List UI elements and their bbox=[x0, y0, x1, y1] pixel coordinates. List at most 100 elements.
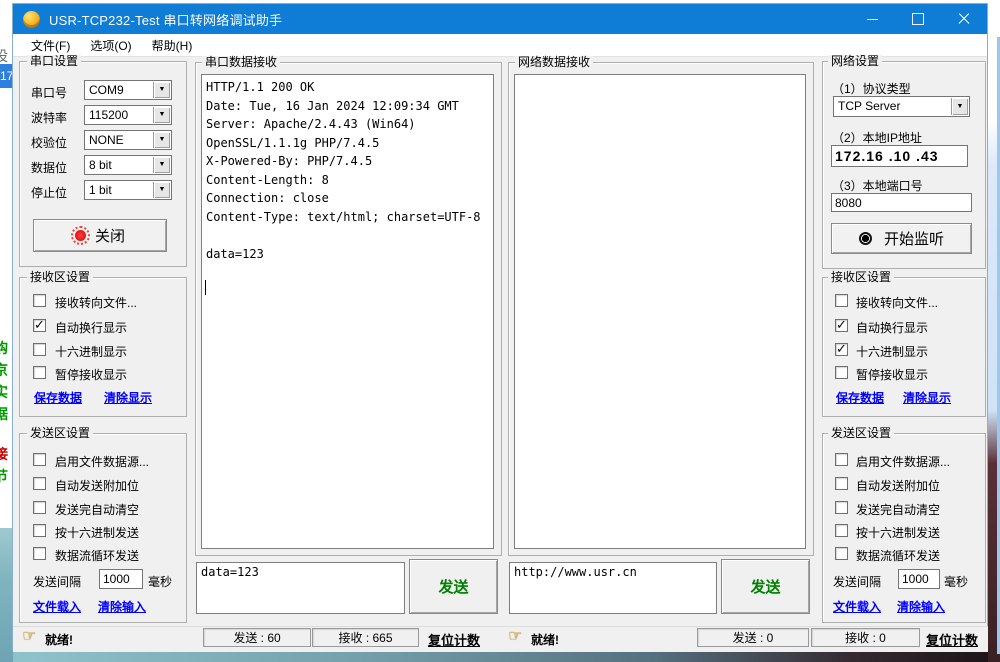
checkbox-recv-to-file[interactable] bbox=[33, 294, 46, 307]
serial-send-input[interactable]: data=123 bbox=[196, 562, 405, 614]
chevron-down-icon[interactable]: ▼ bbox=[153, 182, 170, 198]
checkbox-label: 自动发送附加位 bbox=[856, 477, 940, 494]
clear-input-link[interactable]: 清除输入 bbox=[897, 598, 945, 615]
checkbox-send-hex[interactable] bbox=[835, 524, 848, 537]
chevron-down-icon[interactable]: ▼ bbox=[153, 132, 170, 148]
checkbox-clear-after-send[interactable] bbox=[835, 501, 848, 514]
checkbox-loop-send[interactable] bbox=[33, 547, 46, 560]
clear-display-link[interactable]: 清除显示 bbox=[104, 389, 152, 406]
desktop: 设 购 京 实 据 接 节 17 USR-TCP232-Test 串口转网络调试… bbox=[0, 0, 1000, 662]
send-interval-input[interactable] bbox=[898, 569, 940, 589]
start-listen-button[interactable]: 开始监听 bbox=[831, 223, 972, 254]
checkbox-label: 接收转向文件... bbox=[856, 294, 938, 311]
app-logo-icon bbox=[23, 11, 40, 28]
checkbox-clear-after-send[interactable] bbox=[33, 501, 46, 514]
stop-bits-value: 1 bit bbox=[89, 183, 112, 197]
stop-bits-select[interactable]: 1 bit ▼ bbox=[84, 180, 172, 200]
serial-status-text: 就绪! bbox=[45, 631, 73, 648]
chevron-down-icon[interactable]: ▼ bbox=[153, 157, 170, 173]
maximize-icon bbox=[912, 13, 924, 25]
ready-hand-icon: ☞ bbox=[22, 629, 36, 645]
save-data-link[interactable]: 保存数据 bbox=[836, 389, 884, 406]
start-listen-label: 开始监听 bbox=[884, 228, 944, 249]
data-bits-select[interactable]: 8 bit ▼ bbox=[84, 155, 172, 175]
serial-close-label: 关闭 bbox=[95, 225, 125, 246]
checkbox-pause-recv[interactable] bbox=[33, 366, 46, 379]
protocol-type-label: （1）协议类型 bbox=[832, 80, 911, 97]
serial-port-value: COM9 bbox=[89, 83, 124, 97]
clear-input-link[interactable]: 清除输入 bbox=[98, 598, 146, 615]
parity-select[interactable]: NONE ▼ bbox=[84, 130, 172, 150]
serial-rx-title: 串口数据接收 bbox=[202, 56, 280, 68]
file-load-link[interactable]: 文件载入 bbox=[33, 598, 81, 615]
send-interval-label: 发送间隔 bbox=[33, 573, 81, 590]
checkbox-hex-display[interactable] bbox=[835, 343, 848, 356]
checkbox-label: 启用文件数据源... bbox=[856, 453, 950, 470]
network-status-text: 就绪! bbox=[531, 631, 559, 648]
network-send-input[interactable]: http://www.usr.cn bbox=[509, 562, 717, 614]
minimize-button[interactable] bbox=[849, 4, 895, 34]
checkbox-send-hex[interactable] bbox=[33, 524, 46, 537]
checkbox-label: 接收转向文件... bbox=[55, 294, 137, 311]
checkbox-loop-send[interactable] bbox=[835, 547, 848, 560]
network-rx-title: 网络数据接收 bbox=[515, 56, 593, 68]
minimize-icon bbox=[867, 19, 878, 20]
checkbox-label: 自动换行显示 bbox=[856, 319, 928, 336]
clear-display-link[interactable]: 清除显示 bbox=[903, 389, 951, 406]
checkbox-pause-recv[interactable] bbox=[835, 366, 848, 379]
network-send-button[interactable]: 发送 bbox=[721, 559, 810, 614]
checkbox-label: 数据流循环发送 bbox=[55, 547, 139, 564]
serial-sent-counter: 发送 : 60 bbox=[203, 628, 311, 647]
local-port-input[interactable] bbox=[831, 193, 972, 212]
checkbox-recv-to-file[interactable] bbox=[835, 294, 848, 307]
checkbox-label: 发送完自动清空 bbox=[856, 501, 940, 518]
titlebar[interactable]: USR-TCP232-Test 串口转网络调试助手 bbox=[13, 4, 987, 34]
send-interval-unit: 毫秒 bbox=[944, 573, 968, 590]
local-ip-input[interactable] bbox=[831, 145, 968, 167]
serial-close-button[interactable]: 关闭 bbox=[33, 219, 167, 252]
network-rx-area[interactable] bbox=[514, 74, 806, 549]
close-button[interactable] bbox=[941, 4, 987, 34]
checkbox-auto-append[interactable] bbox=[835, 477, 848, 490]
protocol-type-select[interactable]: TCP Server ▼ bbox=[833, 96, 970, 117]
checkbox-file-source[interactable] bbox=[33, 453, 46, 466]
checkbox-file-source[interactable] bbox=[835, 453, 848, 466]
checkbox-hex-display[interactable] bbox=[33, 343, 46, 356]
close-icon bbox=[958, 13, 970, 25]
serial-reset-count-link[interactable]: 复位计数 bbox=[428, 630, 480, 649]
chevron-down-icon[interactable]: ▼ bbox=[951, 98, 968, 115]
checkbox-label: 自动发送附加位 bbox=[55, 477, 139, 494]
save-data-link[interactable]: 保存数据 bbox=[34, 389, 82, 406]
chevron-down-icon[interactable]: ▼ bbox=[153, 82, 170, 98]
send-interval-unit: 毫秒 bbox=[148, 573, 172, 590]
checkbox-label: 启用文件数据源... bbox=[55, 453, 149, 470]
serial-send-title: 发送区设置 bbox=[27, 427, 93, 439]
port-open-indicator-icon bbox=[75, 230, 86, 241]
file-load-link[interactable]: 文件载入 bbox=[833, 598, 881, 615]
baud-rate-select[interactable]: 115200 ▼ bbox=[84, 105, 172, 125]
network-received-counter: 接收 : 0 bbox=[811, 628, 920, 647]
network-reset-count-link[interactable]: 复位计数 bbox=[926, 630, 978, 649]
serial-rx-area[interactable]: HTTP/1.1 200 OK Date: Tue, 16 Jan 2024 1… bbox=[201, 74, 494, 549]
maximize-button[interactable] bbox=[895, 4, 941, 34]
chevron-down-icon[interactable]: ▼ bbox=[153, 107, 170, 123]
checkbox-label: 按十六进制发送 bbox=[856, 524, 940, 541]
serial-received-counter: 接收 : 665 bbox=[312, 628, 419, 647]
data-bits-label: 数据位 bbox=[31, 159, 67, 176]
baud-rate-label: 波特率 bbox=[31, 109, 67, 126]
checkbox-label: 数据流循环发送 bbox=[856, 547, 940, 564]
checkbox-auto-append[interactable] bbox=[33, 477, 46, 490]
local-port-label: （3）本地端口号 bbox=[832, 177, 923, 194]
serial-port-select[interactable]: COM9 ▼ bbox=[84, 80, 172, 100]
menu-help[interactable]: 帮助(H) bbox=[142, 34, 203, 57]
send-interval-label: 发送间隔 bbox=[833, 573, 881, 590]
listen-indicator-icon bbox=[859, 232, 872, 245]
network-send-title: 发送区设置 bbox=[828, 427, 894, 439]
menu-options[interactable]: 选项(O) bbox=[80, 34, 141, 57]
parity-label: 校验位 bbox=[31, 134, 67, 151]
checkbox-auto-wrap[interactable] bbox=[33, 319, 46, 332]
send-interval-input[interactable] bbox=[99, 569, 143, 589]
serial-send-button[interactable]: 发送 bbox=[409, 559, 498, 614]
checkbox-auto-wrap[interactable] bbox=[835, 319, 848, 332]
serial-recv-title: 接收区设置 bbox=[27, 271, 93, 283]
